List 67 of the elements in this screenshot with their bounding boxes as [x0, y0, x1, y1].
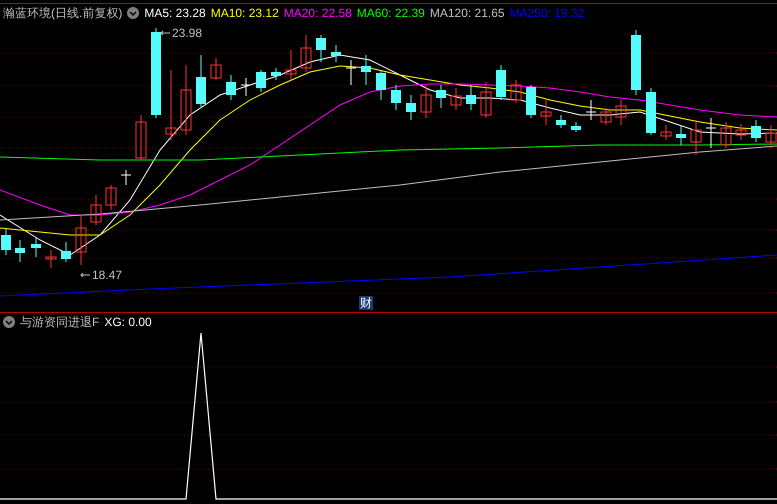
moving-average-label: MA5: 23.28: [144, 5, 206, 22]
candlestick: [736, 124, 746, 140]
candlestick: [600, 108, 612, 126]
candlestick: [286, 50, 296, 80]
candlestick: [256, 70, 266, 92]
candlestick: [660, 124, 672, 140]
candlestick: [766, 124, 776, 148]
candlestick: [31, 238, 41, 258]
moving-average-label: MA20: 22.58: [284, 5, 352, 22]
chevron-down-icon[interactable]: [127, 7, 140, 19]
moving-average-label: MA120: 21.65: [430, 5, 505, 22]
candlestick: [571, 122, 581, 132]
candlestick: [316, 34, 326, 62]
indicator-reading: XG: 0.00: [104, 314, 152, 331]
candlestick: [300, 34, 312, 72]
candlestick: [376, 70, 386, 100]
moving-average-label: MA10: 23.12: [210, 5, 279, 22]
candlestick: [496, 64, 506, 100]
candlestick: [526, 84, 536, 118]
candlestick: [76, 214, 86, 266]
candlestick: [556, 114, 566, 128]
candlestick: [361, 54, 371, 86]
candlestick: [706, 118, 716, 148]
candlestick: [271, 68, 281, 80]
candlestick: [406, 94, 416, 120]
candlestick: [15, 240, 25, 262]
candlestick: [240, 78, 252, 96]
high-price-marker: 23.98: [172, 25, 202, 42]
candlestick: [136, 114, 146, 160]
candlestick: [180, 64, 192, 136]
candlestick: [1, 228, 11, 256]
moving-average-label: MA250: 19.32: [510, 5, 584, 22]
candlestick: [466, 84, 476, 110]
candlestick: [196, 54, 206, 108]
candlestick: [631, 30, 641, 96]
candlestick: [676, 124, 686, 146]
low-price-marker: 18.47: [92, 267, 122, 284]
candlestick: [61, 242, 71, 262]
candlestick: [331, 44, 341, 62]
candlestick: [510, 80, 522, 104]
candlestick: [90, 194, 102, 226]
candlestick: [46, 250, 56, 268]
candlestick: [436, 84, 446, 108]
finance-badge[interactable]: 财: [359, 296, 373, 310]
arrow-left-icon: [80, 272, 90, 278]
candlestick: [646, 88, 656, 136]
candlestick: [450, 88, 462, 110]
indicator-title: 与游资同进退F: [20, 314, 100, 331]
candlestick: [586, 100, 596, 120]
candlestick: [480, 82, 492, 118]
candlestick: [346, 60, 356, 86]
candlestick: [226, 74, 236, 100]
moving-average-label: MA60: 22.39: [356, 5, 425, 22]
arrow-left-icon: [160, 30, 170, 36]
chart-title: 瀚蓝环境(日线.前复权): [3, 5, 122, 22]
candlestick: [166, 70, 176, 140]
candlestick: [616, 100, 626, 126]
candlestick: [690, 120, 702, 156]
candlestick: [210, 58, 222, 80]
candlestick: [751, 120, 761, 142]
chevron-down-icon[interactable]: [3, 316, 15, 328]
candlestick: [120, 170, 132, 186]
candlestick: [420, 84, 432, 118]
candlestick: [720, 122, 732, 148]
candlestick: [106, 184, 116, 210]
candlestick: [391, 84, 401, 110]
candlestick: [540, 100, 552, 126]
